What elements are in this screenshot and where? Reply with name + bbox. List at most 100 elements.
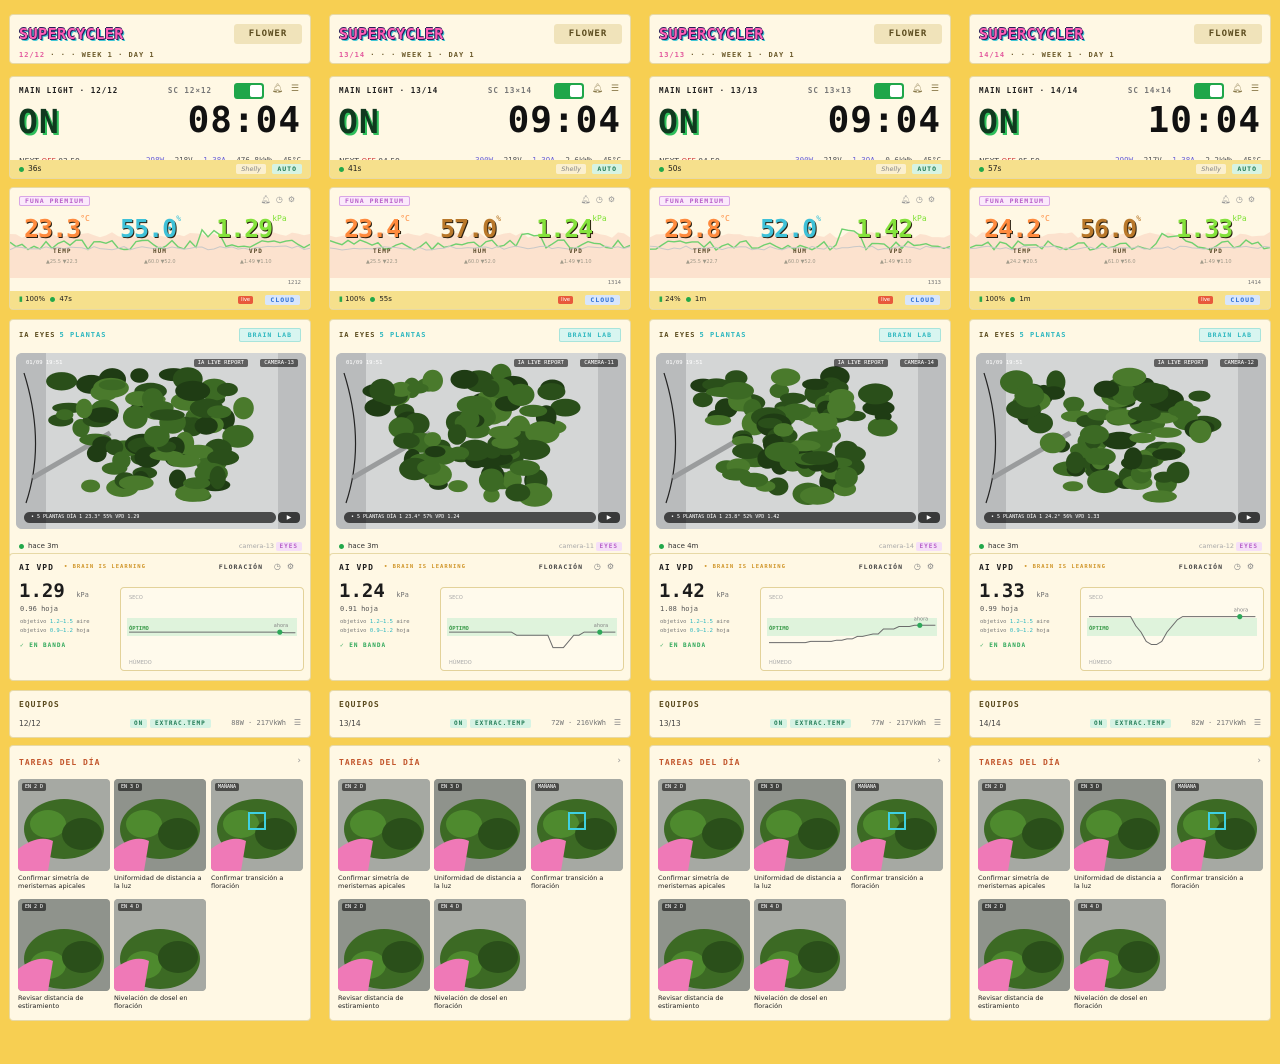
auto-badge[interactable]: AUTO xyxy=(1232,164,1262,174)
app-logo[interactable]: SUPERCYCLER xyxy=(979,25,1084,43)
history-icon[interactable]: ◷ xyxy=(1234,562,1247,571)
brain-lab-button[interactable]: BRAIN LAB xyxy=(878,328,941,342)
light-toggle[interactable] xyxy=(874,83,904,99)
settings-sliders-icon[interactable]: ☰ xyxy=(291,84,299,94)
history-icon[interactable]: ◷ xyxy=(916,195,928,204)
settings-sliders-icon[interactable]: ☰ xyxy=(931,84,939,94)
task-item[interactable]: MAÑANA Confirmar transición a floración xyxy=(531,779,623,890)
auto-badge[interactable]: AUTO xyxy=(272,164,302,174)
extractor-badge[interactable]: EXTRAC.TEMP xyxy=(150,719,211,728)
history-icon[interactable]: ◷ xyxy=(594,562,607,571)
app-logo[interactable]: SUPERCYCLER xyxy=(339,25,444,43)
eyes-badge[interactable]: EYES xyxy=(915,542,942,551)
task-item[interactable]: MAÑANA Confirmar transición a floración xyxy=(211,779,303,890)
phase-button[interactable]: FLOWER xyxy=(234,24,302,44)
bell-icon[interactable]: 🔔︎ xyxy=(1232,84,1243,94)
camera-feed[interactable]: 01/09 19:51 IA LIVE REPORT CAMERA-12 • 5… xyxy=(976,353,1266,529)
task-item[interactable]: EN 2 D Confirmar simetría de meristemas a… xyxy=(338,779,430,890)
ia-live-report-tag[interactable]: IA LIVE REPORT xyxy=(833,359,888,367)
eyes-badge[interactable]: EYES xyxy=(275,542,302,551)
extractor-badge[interactable]: EXTRAC.TEMP xyxy=(470,719,531,728)
task-item[interactable]: EN 3 D Uniformidad de distancia a la luz xyxy=(754,779,846,890)
equipment-menu-icon[interactable]: ☰ xyxy=(934,718,941,727)
phase-button[interactable]: FLOWER xyxy=(874,24,942,44)
equipment-on-badge[interactable]: ON xyxy=(1090,719,1108,728)
light-toggle[interactable] xyxy=(554,83,584,99)
bell-icon[interactable]: 🔔︎ xyxy=(581,195,596,204)
settings-icon[interactable]: ⚙ xyxy=(608,195,620,204)
task-item[interactable]: EN 4 D Nivelación de dosel en floración xyxy=(754,899,846,1010)
auto-badge[interactable]: AUTO xyxy=(592,164,622,174)
bell-icon[interactable]: 🔔︎ xyxy=(901,195,916,204)
task-item[interactable]: EN 2 D Confirmar simetría de meristemas a… xyxy=(978,779,1070,890)
play-button[interactable]: ▶ xyxy=(598,512,620,523)
task-item[interactable]: EN 3 D Uniformidad de distancia a la luz xyxy=(114,779,206,890)
cloud-badge[interactable]: CLOUD xyxy=(265,295,300,305)
camera-id-tag[interactable]: CAMERA-11 xyxy=(580,359,618,367)
task-item[interactable]: EN 4 D Nivelación de dosel en floración xyxy=(434,899,526,1010)
camera-id-tag[interactable]: CAMERA-13 xyxy=(260,359,298,367)
equipment-on-badge[interactable]: ON xyxy=(450,719,468,728)
cloud-badge[interactable]: CLOUD xyxy=(585,295,620,305)
light-toggle[interactable] xyxy=(1194,83,1224,99)
settings-icon[interactable]: ⚙ xyxy=(1247,562,1260,571)
play-button[interactable]: ▶ xyxy=(278,512,300,523)
settings-sliders-icon[interactable]: ☰ xyxy=(611,84,619,94)
tasks-chevron-icon[interactable]: › xyxy=(937,756,941,766)
settings-sliders-icon[interactable]: ☰ xyxy=(1251,84,1259,94)
camera-id-tag[interactable]: CAMERA-12 xyxy=(1220,359,1258,367)
bell-icon[interactable]: 🔔︎ xyxy=(912,84,923,94)
settings-icon[interactable]: ⚙ xyxy=(288,195,300,204)
equipment-menu-icon[interactable]: ☰ xyxy=(1254,718,1261,727)
task-item[interactable]: EN 4 D Nivelación de dosel en floración xyxy=(114,899,206,1010)
app-logo[interactable]: SUPERCYCLER xyxy=(659,25,764,43)
history-icon[interactable]: ◷ xyxy=(596,195,608,204)
extractor-badge[interactable]: EXTRAC.TEMP xyxy=(790,719,851,728)
equipment-menu-icon[interactable]: ☰ xyxy=(294,718,301,727)
task-item[interactable]: EN 4 D Nivelación de dosel en floración xyxy=(1074,899,1166,1010)
eyes-badge[interactable]: EYES xyxy=(1235,542,1262,551)
ia-live-report-tag[interactable]: IA LIVE REPORT xyxy=(1153,359,1208,367)
settings-icon[interactable]: ⚙ xyxy=(607,562,620,571)
task-item[interactable]: EN 2 D Revisar distancia de estiramiento xyxy=(978,899,1070,1010)
camera-feed[interactable]: 01/09 19:51 IA LIVE REPORT CAMERA-14 • 5… xyxy=(656,353,946,529)
history-icon[interactable]: ◷ xyxy=(914,562,927,571)
history-icon[interactable]: ◷ xyxy=(274,562,287,571)
bell-icon[interactable]: 🔔︎ xyxy=(272,84,283,94)
task-item[interactable]: EN 2 D Confirmar simetría de meristemas a… xyxy=(18,779,110,890)
bell-icon[interactable]: 🔔︎ xyxy=(1221,195,1236,204)
camera-id-tag[interactable]: CAMERA-14 xyxy=(900,359,938,367)
phase-button[interactable]: FLOWER xyxy=(554,24,622,44)
brain-lab-button[interactable]: BRAIN LAB xyxy=(558,328,621,342)
auto-badge[interactable]: AUTO xyxy=(912,164,942,174)
task-item[interactable]: EN 2 D Confirmar simetría de meristemas a… xyxy=(658,779,750,890)
settings-icon[interactable]: ⚙ xyxy=(1248,195,1260,204)
camera-feed[interactable]: 01/09 19:51 IA LIVE REPORT CAMERA-11 • 5… xyxy=(336,353,626,529)
play-button[interactable]: ▶ xyxy=(918,512,940,523)
task-item[interactable]: EN 2 D Revisar distancia de estiramiento xyxy=(18,899,110,1010)
task-item[interactable]: MAÑANA Confirmar transición a floración xyxy=(1171,779,1263,890)
equipment-on-badge[interactable]: ON xyxy=(130,719,148,728)
settings-icon[interactable]: ⚙ xyxy=(927,562,940,571)
history-icon[interactable]: ◷ xyxy=(1236,195,1248,204)
app-logo[interactable]: SUPERCYCLER xyxy=(19,25,124,43)
light-toggle[interactable] xyxy=(234,83,264,99)
eyes-badge[interactable]: EYES xyxy=(595,542,622,551)
cloud-badge[interactable]: CLOUD xyxy=(905,295,940,305)
tasks-chevron-icon[interactable]: › xyxy=(297,756,301,766)
brain-lab-button[interactable]: BRAIN LAB xyxy=(238,328,301,342)
ia-live-report-tag[interactable]: IA LIVE REPORT xyxy=(513,359,568,367)
bell-icon[interactable]: 🔔︎ xyxy=(592,84,603,94)
tasks-chevron-icon[interactable]: › xyxy=(1257,756,1261,766)
settings-icon[interactable]: ⚙ xyxy=(287,562,300,571)
task-item[interactable]: MAÑANA Confirmar transición a floración xyxy=(851,779,943,890)
ia-live-report-tag[interactable]: IA LIVE REPORT xyxy=(193,359,248,367)
task-item[interactable]: EN 2 D Revisar distancia de estiramiento xyxy=(658,899,750,1010)
camera-feed[interactable]: 01/09 19:51 IA LIVE REPORT CAMERA-13 • 5… xyxy=(16,353,306,529)
task-item[interactable]: EN 3 D Uniformidad de distancia a la luz xyxy=(434,779,526,890)
equipment-menu-icon[interactable]: ☰ xyxy=(614,718,621,727)
tasks-chevron-icon[interactable]: › xyxy=(617,756,621,766)
history-icon[interactable]: ◷ xyxy=(276,195,288,204)
brain-lab-button[interactable]: BRAIN LAB xyxy=(1198,328,1261,342)
task-item[interactable]: EN 2 D Revisar distancia de estiramiento xyxy=(338,899,430,1010)
